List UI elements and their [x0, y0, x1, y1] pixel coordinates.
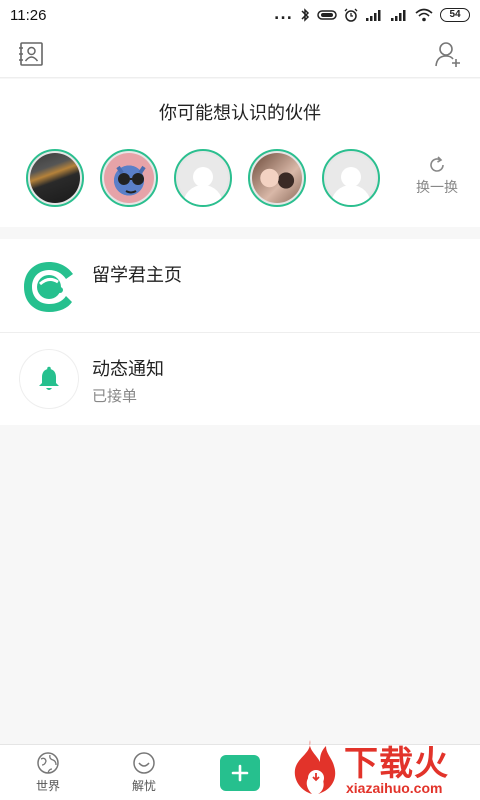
- globe-icon: [37, 752, 59, 774]
- default-user-icon: [326, 153, 376, 205]
- refresh-button[interactable]: 换一换: [412, 155, 462, 197]
- smile-icon: [133, 752, 155, 774]
- status-icons: ... 54: [274, 7, 470, 23]
- suggested-friends-section: 你可能想认识的伙伴 换一换: [0, 79, 480, 227]
- refresh-label: 换一换: [416, 180, 458, 196]
- notification-icon-wrap: [20, 350, 78, 408]
- item-title: 动态通知: [92, 359, 164, 380]
- battery-indicator: 54: [440, 8, 470, 22]
- tab-label: 世界: [35, 779, 60, 793]
- wifi-icon: [415, 8, 433, 22]
- avatar-default[interactable]: [174, 149, 232, 207]
- item-subtitle: 已接单: [92, 387, 138, 405]
- add-post-button[interactable]: [220, 755, 260, 791]
- watermark: 下载火 xiazaihuo.com: [282, 736, 480, 800]
- status-time: 11:26: [10, 6, 47, 24]
- top-bar: [0, 30, 480, 78]
- vibrate-icon: [317, 10, 337, 20]
- alarm-icon: [344, 8, 358, 22]
- flame-logo-icon: [294, 740, 336, 794]
- avatar[interactable]: [26, 149, 84, 207]
- watermark-text: 下载火: [344, 744, 449, 784]
- liuxuejun-logo-icon: [24, 262, 73, 312]
- item-title: 留学君主页: [92, 265, 182, 286]
- tab-world[interactable]: 世界: [18, 751, 78, 794]
- avatar[interactable]: [100, 149, 158, 207]
- avatar-default[interactable]: [322, 149, 380, 207]
- signal-icon: [391, 10, 406, 21]
- plus-icon: [231, 764, 249, 782]
- contacts-icon[interactable]: [18, 42, 44, 66]
- list-item-notifications[interactable]: 动态通知 已接单: [0, 333, 480, 425]
- tab-label: 解忧: [131, 779, 156, 793]
- status-bar: 11:26 ... 54: [0, 0, 480, 30]
- bluetooth-icon: [301, 8, 310, 22]
- default-user-icon: [178, 153, 228, 205]
- avatar-row: [26, 149, 380, 207]
- hd-signal-icon: [366, 10, 381, 21]
- more-dots: ...: [274, 7, 293, 23]
- bell-icon: [39, 366, 59, 390]
- watermark-url: xiazaihuo.com: [346, 780, 443, 796]
- list-item-homepage[interactable]: 留学君主页: [0, 239, 480, 333]
- tab-help[interactable]: 解忧: [114, 751, 174, 794]
- avatar[interactable]: [248, 149, 306, 207]
- add-friend-icon[interactable]: [434, 40, 462, 68]
- section-title: 你可能想认识的伙伴: [159, 103, 321, 124]
- cartoon-avatar-icon: [116, 165, 146, 194]
- entry-list: 留学君主页 动态通知 已接单: [0, 239, 480, 425]
- refresh-icon: [430, 156, 444, 172]
